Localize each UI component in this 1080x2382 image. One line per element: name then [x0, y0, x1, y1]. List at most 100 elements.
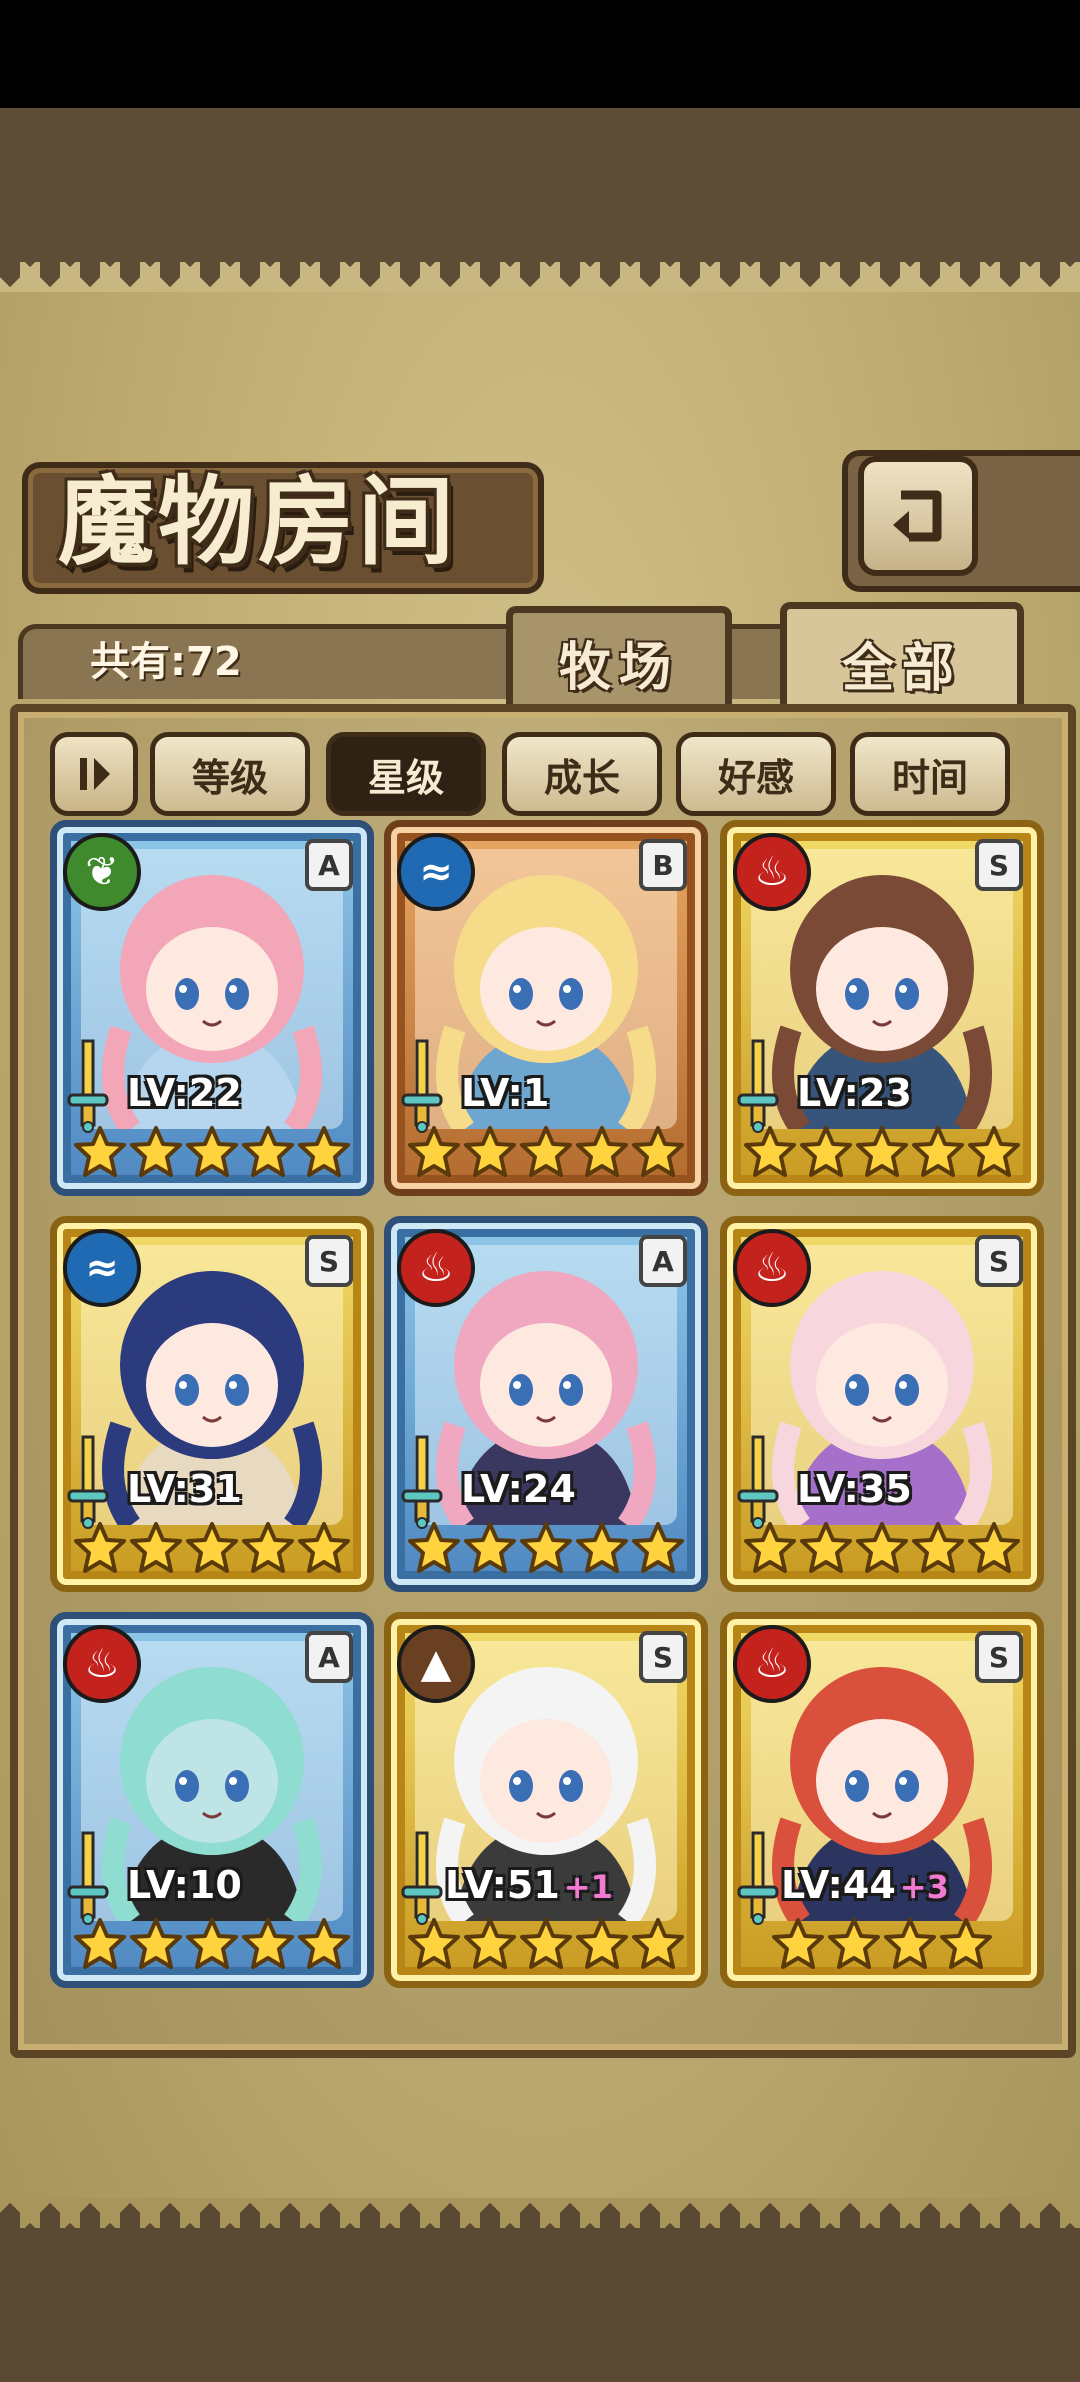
star-icon [884, 1918, 936, 1969]
star-icon [242, 1522, 294, 1573]
sword-icon [399, 1433, 445, 1529]
tab-ranch[interactable]: 牧场 [506, 606, 732, 711]
sort-star-button[interactable]: 星级 [326, 732, 486, 816]
star-icon [632, 1522, 684, 1573]
rank-badge: S [975, 1235, 1023, 1287]
star-rating [57, 1521, 367, 1579]
star-icon [464, 1522, 516, 1573]
star-icon [744, 1522, 796, 1573]
water-wave-icon: ≈ [63, 1229, 141, 1307]
star-rating [727, 1917, 1037, 1975]
tab-all[interactable]: 全部 [780, 602, 1024, 717]
level-value: LV:44 [781, 1863, 896, 1907]
sword-icon [65, 1829, 111, 1925]
rank-badge: S [305, 1235, 353, 1287]
star-icon [130, 1918, 182, 1969]
sort-level-button[interactable]: 等级 [150, 732, 310, 816]
monster-card[interactable]: ❦ A LV:22 [50, 820, 374, 1196]
rank-badge: B [639, 839, 687, 891]
monster-level: LV:44 +3 [781, 1863, 949, 1907]
level-bonus: +3 [899, 1868, 949, 1906]
star-icon [242, 1918, 294, 1969]
monster-card[interactable]: ♨ A LV:24 [384, 1216, 708, 1592]
total-count: 共有:72 [90, 639, 242, 685]
star-icon [520, 1126, 572, 1177]
flame-icon: ♨ [63, 1625, 141, 1703]
star-icon [800, 1126, 852, 1177]
star-icon [298, 1918, 350, 1969]
flame-icon: ♨ [397, 1229, 475, 1307]
sword-icon [65, 1433, 111, 1529]
star-icon [520, 1918, 572, 1969]
rank-badge: A [305, 839, 353, 891]
monster-level: LV:1 [461, 1071, 549, 1115]
monster-card[interactable]: ≈ B LV:1 [384, 820, 708, 1196]
star-icon [408, 1918, 460, 1969]
star-icon [74, 1126, 126, 1177]
sword-icon [399, 1037, 445, 1133]
star-rating [391, 1917, 701, 1975]
sort-growth-button[interactable]: 成长 [502, 732, 662, 816]
page-title: 魔物房间 [58, 465, 458, 578]
star-rating [57, 1917, 367, 1975]
monster-card[interactable]: ♨ S LV:23 [720, 820, 1044, 1196]
sort-time-button[interactable]: 时间 [850, 732, 1010, 816]
star-icon [856, 1126, 908, 1177]
star-icon [828, 1918, 880, 1969]
monster-level: LV:35 [797, 1467, 912, 1511]
star-icon [186, 1126, 238, 1177]
level-value: LV:51 [445, 1863, 560, 1907]
star-rating [391, 1125, 701, 1183]
water-wave-icon: ≈ [397, 833, 475, 911]
star-rating [727, 1521, 1037, 1579]
star-rating [727, 1125, 1037, 1183]
sword-icon [735, 1433, 781, 1529]
level-value: LV:1 [461, 1071, 550, 1115]
star-icon [576, 1918, 628, 1969]
monster-level: LV:22 [127, 1071, 242, 1115]
star-icon [576, 1522, 628, 1573]
level-value: LV:24 [461, 1467, 576, 1511]
star-icon [912, 1126, 964, 1177]
return-arrow-icon [893, 490, 942, 542]
star-icon [772, 1918, 824, 1969]
star-icon [298, 1126, 350, 1177]
monster-card[interactable]: ♨ S LV:35 [720, 1216, 1044, 1592]
sort-direction-icon [80, 758, 110, 790]
sort-direction-button[interactable] [50, 732, 138, 816]
monster-level: LV:10 [127, 1863, 242, 1907]
monster-level: LV:24 [461, 1467, 576, 1511]
level-value: LV:22 [127, 1071, 242, 1115]
level-value: LV:31 [127, 1467, 242, 1511]
monster-card[interactable]: ♨ A LV:10 [50, 1612, 374, 1988]
star-icon [464, 1126, 516, 1177]
star-icon [632, 1126, 684, 1177]
star-icon [744, 1126, 796, 1177]
rank-badge: S [975, 1631, 1023, 1683]
star-icon [464, 1918, 516, 1969]
star-rating [391, 1521, 701, 1579]
star-icon [632, 1918, 684, 1969]
flame-icon: ♨ [733, 833, 811, 911]
monster-card[interactable]: ♨ S LV:44 +3 [720, 1612, 1044, 1988]
status-bar-area [0, 0, 1080, 108]
rank-badge: S [639, 1631, 687, 1683]
star-icon [186, 1522, 238, 1573]
back-button[interactable] [858, 456, 978, 576]
level-value: LV:10 [127, 1863, 242, 1907]
leaf-icon: ❦ [63, 833, 141, 911]
monster-level: LV:51 +1 [445, 1863, 613, 1907]
sword-icon [735, 1037, 781, 1133]
mountain-icon: ▲ [397, 1625, 475, 1703]
sword-icon [735, 1829, 781, 1925]
monster-card[interactable]: ≈ S LV:31 [50, 1216, 374, 1592]
star-icon [408, 1126, 460, 1177]
star-icon [940, 1918, 992, 1969]
sword-icon [65, 1037, 111, 1133]
star-icon [520, 1522, 572, 1573]
star-icon [242, 1126, 294, 1177]
sort-affinity-button[interactable]: 好感 [676, 732, 836, 816]
monster-card[interactable]: ▲ S LV:51 +1 [384, 1612, 708, 1988]
rank-badge: A [305, 1631, 353, 1683]
monster-level: LV:31 [127, 1467, 242, 1511]
